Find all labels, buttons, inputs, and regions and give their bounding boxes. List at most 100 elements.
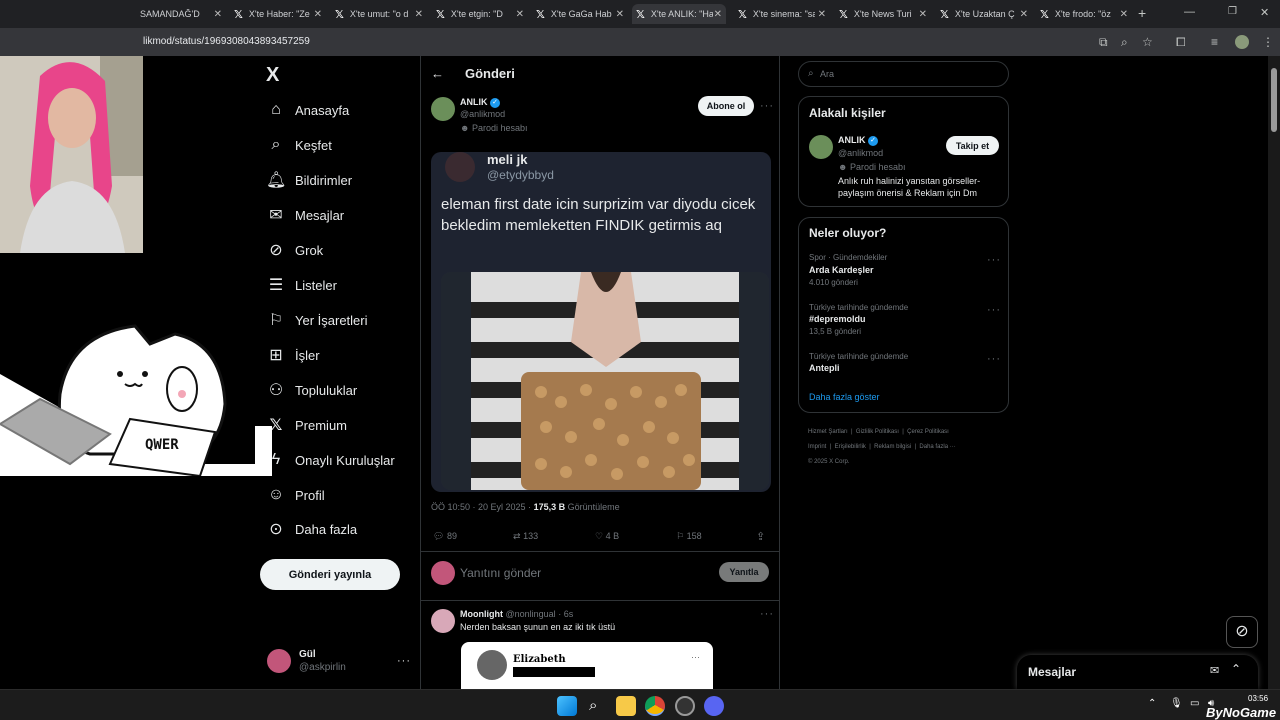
tab-close-icon[interactable]: ✕ bbox=[818, 9, 826, 20]
mic-icon[interactable]: 🎙︎ bbox=[1170, 698, 1183, 709]
search-box[interactable]: ⌕ Ara bbox=[798, 61, 1009, 87]
tray-chevron-icon[interactable]: ⌃ bbox=[1148, 698, 1156, 709]
trend-name[interactable]: Arda Kardeşler bbox=[809, 265, 874, 275]
restore-icon[interactable]: ❐ bbox=[1228, 6, 1237, 17]
follow-button[interactable]: Takip et bbox=[946, 136, 999, 155]
nav-more[interactable]: ⊙ Daha fazla bbox=[266, 517, 357, 541]
browser-tab[interactable]: 𝕏 X'te etgin: "D ✕ bbox=[436, 4, 524, 24]
bookmark-star-icon[interactable]: ☆ bbox=[1142, 35, 1153, 49]
tab-close-icon[interactable]: ✕ bbox=[1020, 9, 1028, 20]
footer-link[interactable]: Erişilebilirlik bbox=[835, 444, 866, 450]
tab-close-icon[interactable]: ✕ bbox=[1120, 9, 1128, 20]
account-avatar[interactable] bbox=[267, 649, 291, 673]
nav-profile[interactable]: ☺ Profil bbox=[266, 483, 325, 507]
tab-close-icon[interactable]: ✕ bbox=[214, 9, 222, 20]
trend-name[interactable]: Antepli bbox=[809, 363, 840, 373]
bookmark-action[interactable]: ⚐ 158 bbox=[676, 531, 702, 542]
footer-link[interactable]: Daha fazla ··· bbox=[919, 444, 955, 450]
reply-embed-image[interactable]: Elizabeth ··· bbox=[461, 642, 713, 689]
browser-tab[interactable]: SAMANDAĞ'D ✕ bbox=[140, 4, 222, 24]
nav-jobs[interactable]: ⊞ İşler bbox=[266, 343, 319, 367]
footer-link[interactable]: Reklam bilgisi bbox=[874, 444, 911, 450]
back-arrow-icon[interactable]: ← bbox=[431, 66, 444, 81]
media-icon[interactable]: ≡ bbox=[1211, 35, 1218, 49]
like-action[interactable]: ♡ 4 B bbox=[595, 531, 619, 542]
tab-close-icon[interactable]: ✕ bbox=[314, 9, 322, 20]
nav-verified-orgs[interactable]: ϟ Onaylı Kuruluşlar bbox=[266, 448, 395, 472]
nav-explore[interactable]: ⌕ Keşfet bbox=[266, 133, 332, 157]
nav-home[interactable]: ⌂ Anasayfa bbox=[266, 98, 349, 122]
messages-drawer[interactable]: Mesajlar ✉ ⌃ bbox=[1017, 655, 1258, 689]
zoom-icon[interactable]: ⌕ bbox=[1121, 35, 1128, 50]
tab-close-icon[interactable]: ✕ bbox=[919, 9, 927, 20]
close-window-icon[interactable]: ✕ bbox=[1260, 6, 1269, 19]
author-avatar[interactable] bbox=[431, 97, 455, 121]
browser-tab[interactable]: 𝕏 X'te Uzaktan Ç ✕ bbox=[940, 4, 1028, 24]
reply-action[interactable]: 💬︎ 89 bbox=[433, 531, 457, 542]
profile-avatar-icon[interactable] bbox=[1235, 35, 1249, 49]
tab-close-icon[interactable]: ✕ bbox=[516, 9, 524, 20]
footer-link[interactable]: Çerez Politikası bbox=[907, 429, 949, 435]
browser-tab[interactable]: 𝕏 X'te News Turi ✕ bbox=[839, 4, 927, 24]
nav-communities[interactable]: ⚇ Topluluklar bbox=[266, 378, 357, 402]
share-icon[interactable]: ⇪ bbox=[756, 530, 765, 543]
trend-menu-icon[interactable]: ··· bbox=[987, 254, 1001, 266]
browser-tab[interactable]: 𝕏 X'te sinema: "sa ✕ bbox=[738, 4, 826, 24]
account-menu-icon[interactable]: ··· bbox=[397, 655, 411, 667]
reply-button[interactable]: Yanıtla bbox=[719, 562, 769, 582]
subscribe-button[interactable]: Abone ol bbox=[698, 96, 754, 116]
tweet-image[interactable]: meli jk @etydybbyd eleman first date ici… bbox=[431, 152, 771, 492]
trend-menu-icon[interactable]: ··· bbox=[987, 353, 1001, 365]
tab-close-icon[interactable]: ✕ bbox=[714, 9, 722, 20]
footer-link[interactable]: Imprint bbox=[808, 444, 826, 450]
nav-grok[interactable]: ⊘ Grok bbox=[266, 238, 323, 262]
taskbar-search-icon[interactable]: ⌕ bbox=[589, 697, 597, 714]
windows-start-icon[interactable] bbox=[557, 696, 577, 716]
nav-lists[interactable]: ☰ Listeler bbox=[266, 273, 337, 297]
network-icon[interactable]: ▭ bbox=[1190, 698, 1199, 709]
trend-name[interactable]: #depremoldu bbox=[809, 314, 866, 324]
file-explorer-icon[interactable] bbox=[616, 696, 636, 716]
browser-tab[interactable]: 𝕏 X'te GaGa Hab ✕ bbox=[536, 4, 624, 24]
browser-tab-active[interactable]: 𝕏 X'te ANLIK: "Ha ✕ bbox=[632, 4, 726, 24]
browser-tab[interactable]: 𝕏 X'te umut: "o d ✕ bbox=[335, 4, 423, 24]
page-scrollbar[interactable] bbox=[1268, 56, 1280, 689]
minimize-icon[interactable]: — bbox=[1184, 6, 1195, 18]
tweet-menu-icon[interactable]: ··· bbox=[760, 100, 774, 112]
install-app-icon[interactable]: ⧉ bbox=[1099, 35, 1108, 50]
app-icon[interactable] bbox=[675, 696, 695, 716]
reply-author-avatar[interactable] bbox=[431, 609, 455, 633]
new-message-icon[interactable]: ✉ bbox=[1210, 664, 1219, 677]
reply-input[interactable]: Yanıtını gönder bbox=[460, 566, 541, 580]
grok-float-icon[interactable]: ⊘ bbox=[1226, 616, 1258, 648]
related-avatar[interactable] bbox=[809, 135, 833, 159]
browser-tab[interactable]: 𝕏 X'te Haber: "Ze ✕ bbox=[234, 4, 322, 24]
nav-messages[interactable]: ✉ Mesajlar bbox=[266, 203, 344, 227]
repost-action[interactable]: ⇄ 133 bbox=[513, 531, 538, 542]
trend-menu-icon[interactable]: ··· bbox=[987, 304, 1001, 316]
show-more-link[interactable]: Daha fazla göster bbox=[809, 392, 880, 402]
chrome-icon[interactable] bbox=[645, 696, 665, 716]
nav-notifications[interactable]: 🔔︎ Bildirimler bbox=[266, 168, 352, 192]
reply-menu-icon[interactable]: ··· bbox=[760, 608, 774, 620]
new-tab-icon[interactable]: + bbox=[1138, 5, 1146, 21]
page-title: Gönderi bbox=[465, 66, 515, 81]
post-button[interactable]: Gönderi yayınla bbox=[260, 559, 400, 590]
x-logo[interactable]: X bbox=[266, 64, 279, 87]
url-text[interactable]: likmod/status/1969308043893457259 bbox=[143, 36, 310, 47]
tab-close-icon[interactable]: ✕ bbox=[415, 9, 423, 20]
nav-bookmarks[interactable]: ⚐ Yer İşaretleri bbox=[266, 308, 368, 332]
browser-menu-icon[interactable]: ⋮ bbox=[1262, 35, 1274, 49]
author-name[interactable]: ANLIK ✓ bbox=[460, 97, 501, 108]
footer-link[interactable]: Gizlilik Politikası bbox=[856, 429, 899, 435]
extensions-icon[interactable]: ⧠ bbox=[1176, 35, 1186, 50]
footer-link[interactable]: Hizmet Şartları bbox=[808, 429, 848, 435]
expand-icon[interactable]: ⌃ bbox=[1231, 662, 1241, 676]
nav-premium[interactable]: 𝕏 Premium bbox=[266, 413, 347, 437]
related-name[interactable]: ANLIK ✓ bbox=[838, 135, 879, 146]
tab-close-icon[interactable]: ✕ bbox=[616, 9, 624, 20]
browser-tab[interactable]: 𝕏 X'te frodo: "öz ✕ bbox=[1040, 4, 1128, 24]
discord-icon[interactable] bbox=[704, 696, 724, 716]
scrollbar-thumb[interactable] bbox=[1271, 68, 1277, 132]
clock[interactable]: 03:56 bbox=[1248, 694, 1268, 703]
